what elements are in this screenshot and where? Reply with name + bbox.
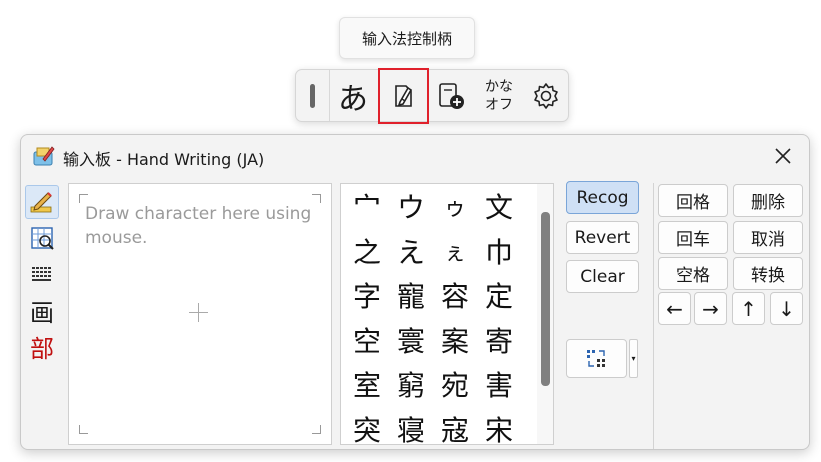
candidate-char[interactable]: 寇	[433, 407, 477, 444]
tool-handwriting[interactable]	[25, 185, 59, 219]
candidate-char[interactable]: 寰	[389, 318, 433, 363]
recognition-mode-dropdown[interactable]: ▾	[629, 339, 638, 378]
candidate-char[interactable]: ぇ	[433, 229, 477, 274]
convert-label: 转换	[751, 266, 785, 286]
tooltip-text: 输入法控制柄	[361, 29, 452, 48]
gear-icon	[534, 83, 558, 109]
backspace-label: 回格	[676, 193, 710, 213]
delete-label: 删除	[751, 193, 785, 213]
revert-label: Revert	[574, 227, 631, 248]
ime-pad-app-icon	[33, 146, 55, 166]
right-arrow-key[interactable]: →	[694, 292, 727, 325]
drag-handle[interactable]	[310, 84, 315, 108]
input-mode-label: あ	[338, 82, 368, 117]
candidate-list: 宀ウゥ文之えぇ巾字寵容定空寰案寄室窮宛害突寝寇宋	[340, 183, 554, 445]
up-arrow-key[interactable]: ↑	[732, 292, 765, 325]
tooltip-ime-control-handle: 输入法控制柄	[339, 17, 475, 59]
scrollbar-thumb[interactable]	[541, 212, 550, 386]
recog-button[interactable]: Recog	[566, 181, 639, 214]
space-key[interactable]: 空格	[658, 257, 728, 290]
settings-button[interactable]	[528, 74, 564, 118]
down-arrow-icon: ↓	[778, 296, 795, 321]
left-arrow-icon: ←	[666, 296, 683, 321]
ime-toolbar: あ かな オフ	[295, 68, 569, 124]
kana-off-button[interactable]: かな オフ	[477, 74, 521, 118]
right-arrow-icon: →	[702, 296, 719, 321]
candidate-char[interactable]: 宛	[433, 362, 477, 407]
enter-key[interactable]: 回车	[658, 221, 728, 254]
down-arrow-key[interactable]: ↓	[770, 292, 803, 325]
enter-label: 回车	[676, 230, 710, 250]
center-crosshair	[198, 303, 199, 322]
candidate-char[interactable]: 宀	[345, 184, 389, 229]
candidate-char[interactable]: 容	[433, 273, 477, 318]
candidate-char[interactable]: 空	[345, 318, 389, 363]
convert-key[interactable]: 转换	[733, 257, 803, 290]
draw-hint: Draw character here using mouse.	[85, 204, 312, 248]
space-label: 空格	[676, 266, 710, 286]
candidate-char[interactable]: 寝	[389, 407, 433, 444]
cancel-label: 取消	[751, 230, 785, 250]
candidate-char[interactable]: 案	[433, 318, 477, 363]
pen-pad-icon	[394, 85, 412, 107]
recognition-mode-icon	[586, 349, 605, 367]
title-bar[interactable]: 输入板 - Hand Writing (JA)	[21, 135, 809, 177]
pencil-icon	[30, 192, 52, 213]
candidate-grid: 宀ウゥ文之えぇ巾字寵容定空寰案寄室窮宛害突寝寇宋	[345, 184, 525, 444]
recognition-mode-button[interactable]	[566, 339, 627, 378]
delete-key[interactable]: 删除	[733, 184, 803, 217]
handwriting-canvas[interactable]: Draw character here using mouse.	[68, 183, 332, 445]
candidate-char[interactable]: 室	[345, 362, 389, 407]
stroke-count-label: 画	[30, 298, 54, 327]
window-title: 输入板 - Hand Writing (JA)	[63, 150, 265, 169]
clear-button[interactable]: Clear	[566, 260, 639, 293]
ime-pad-window: 输入板 - Hand Writing (JA) 画 部 Draw charact…	[20, 134, 810, 450]
up-arrow-icon: ↑	[740, 296, 757, 321]
ime-pad-button[interactable]	[378, 68, 429, 124]
recog-label: Recog	[576, 187, 629, 208]
toolbar-separator	[329, 70, 330, 121]
corner-mark	[312, 425, 321, 434]
candidate-char[interactable]: 巾	[477, 229, 521, 274]
cancel-key[interactable]: 取消	[733, 221, 803, 254]
candidate-scrollbar[interactable]	[537, 184, 553, 444]
dropdown-arrow-icon: ▾	[631, 354, 636, 363]
tool-soft-keyboard[interactable]	[25, 257, 59, 291]
radical-label: 部	[30, 334, 54, 363]
panel-divider	[653, 183, 654, 449]
kana-off-line1: かな	[485, 79, 513, 95]
corner-mark	[79, 425, 88, 434]
left-arrow-key[interactable]: ←	[658, 292, 691, 325]
candidate-char[interactable]: 害	[477, 362, 521, 407]
backspace-key[interactable]: 回格	[658, 184, 728, 217]
candidate-char[interactable]: 窮	[389, 362, 433, 407]
candidate-char[interactable]: 寵	[389, 273, 433, 318]
add-word-button[interactable]	[434, 74, 468, 118]
candidate-char[interactable]: 字	[345, 273, 389, 318]
keyboard-icon	[32, 267, 51, 281]
candidate-char[interactable]: 之	[345, 229, 389, 274]
candidate-char[interactable]: え	[389, 229, 433, 274]
tool-stroke-count[interactable]: 画	[25, 293, 59, 327]
tool-radical[interactable]: 部	[25, 329, 59, 363]
candidate-char[interactable]: 寄	[477, 318, 521, 363]
input-mode-button[interactable]: あ	[336, 74, 370, 118]
kana-off-line2: オフ	[485, 97, 513, 113]
candidate-char[interactable]: 文	[477, 184, 521, 229]
revert-button[interactable]: Revert	[566, 221, 639, 254]
candidate-char[interactable]: ウ	[389, 184, 433, 229]
character-list-icon	[31, 227, 54, 250]
close-icon[interactable]	[771, 144, 795, 168]
candidate-char[interactable]: 定	[477, 273, 521, 318]
dictionary-add-icon	[439, 83, 464, 109]
candidate-char[interactable]: ゥ	[433, 184, 477, 229]
candidate-char[interactable]: 宋	[477, 407, 521, 444]
clear-label: Clear	[580, 266, 625, 287]
tool-character-list[interactable]	[25, 221, 59, 255]
candidate-char[interactable]: 突	[345, 407, 389, 444]
